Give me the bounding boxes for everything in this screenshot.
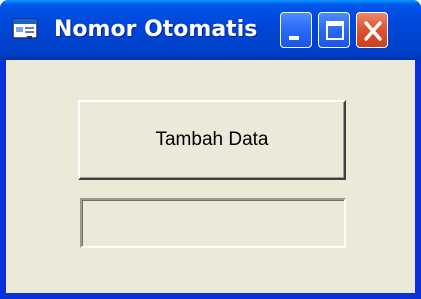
minimize-button[interactable]: [280, 12, 312, 48]
maximize-button[interactable]: [318, 12, 350, 48]
close-button[interactable]: [356, 12, 388, 48]
form-window-icon[interactable]: [12, 17, 40, 41]
form-client-area: Tambah Data: [6, 60, 415, 293]
number-textbox[interactable]: [80, 198, 346, 248]
application-window: Nomor Otomatis Tambah Data: [0, 0, 421, 299]
window-title: Nomor Otomatis: [54, 17, 258, 42]
title-bar[interactable]: Nomor Otomatis: [0, 0, 421, 60]
minimize-icon: [289, 36, 299, 40]
close-icon: [364, 21, 382, 41]
tambah-data-button[interactable]: Tambah Data: [78, 100, 346, 180]
maximize-icon: [326, 21, 344, 40]
